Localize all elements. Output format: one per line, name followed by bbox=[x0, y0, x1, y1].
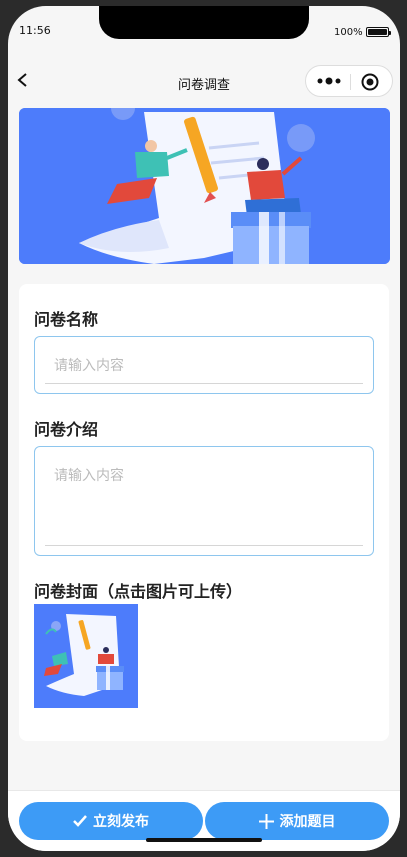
form-card: 问卷名称 问卷介绍 问卷封面（点击图片可上传） bbox=[19, 284, 389, 741]
battery-percent: 100% bbox=[334, 27, 363, 38]
capsule-divider bbox=[350, 74, 351, 90]
survey-illustration bbox=[19, 108, 390, 264]
add-question-button[interactable]: 添加题目 bbox=[205, 802, 389, 840]
survey-cover-label: 问卷封面（点击图片可上传） bbox=[34, 582, 243, 601]
add-question-button-label: 添加题目 bbox=[279, 814, 336, 830]
cover-upload-image[interactable] bbox=[34, 604, 138, 708]
check-icon bbox=[73, 815, 87, 827]
phone-screen: 11:56 100% 问卷调查 问卷名称 请输入内容 问卷介绍 请输入内容 问卷… bbox=[8, 6, 400, 851]
status-time: 11:56 bbox=[19, 24, 51, 37]
cover-illustration-icon bbox=[34, 604, 138, 708]
survey-name-input[interactable] bbox=[54, 354, 354, 378]
publish-button[interactable]: 立刻发布 bbox=[19, 802, 203, 840]
survey-intro-label: 问卷介绍 bbox=[34, 420, 99, 439]
more-dots-icon[interactable] bbox=[316, 75, 342, 87]
input-underline bbox=[45, 383, 363, 384]
battery-icon bbox=[366, 27, 391, 37]
textarea-underline bbox=[45, 545, 363, 546]
target-icon[interactable] bbox=[361, 73, 379, 91]
survey-name-field[interactable] bbox=[34, 336, 374, 394]
device-notch bbox=[99, 6, 309, 39]
navigation-bar: 问卷调查 bbox=[8, 58, 400, 102]
survey-intro-textarea[interactable] bbox=[54, 465, 354, 535]
survey-intro-field[interactable] bbox=[34, 446, 374, 556]
plus-icon bbox=[258, 813, 274, 829]
survey-name-label: 问卷名称 bbox=[34, 310, 99, 329]
banner-image bbox=[19, 108, 390, 264]
publish-button-label: 立刻发布 bbox=[93, 814, 149, 830]
home-indicator bbox=[146, 838, 262, 842]
mini-program-capsule bbox=[305, 65, 393, 97]
